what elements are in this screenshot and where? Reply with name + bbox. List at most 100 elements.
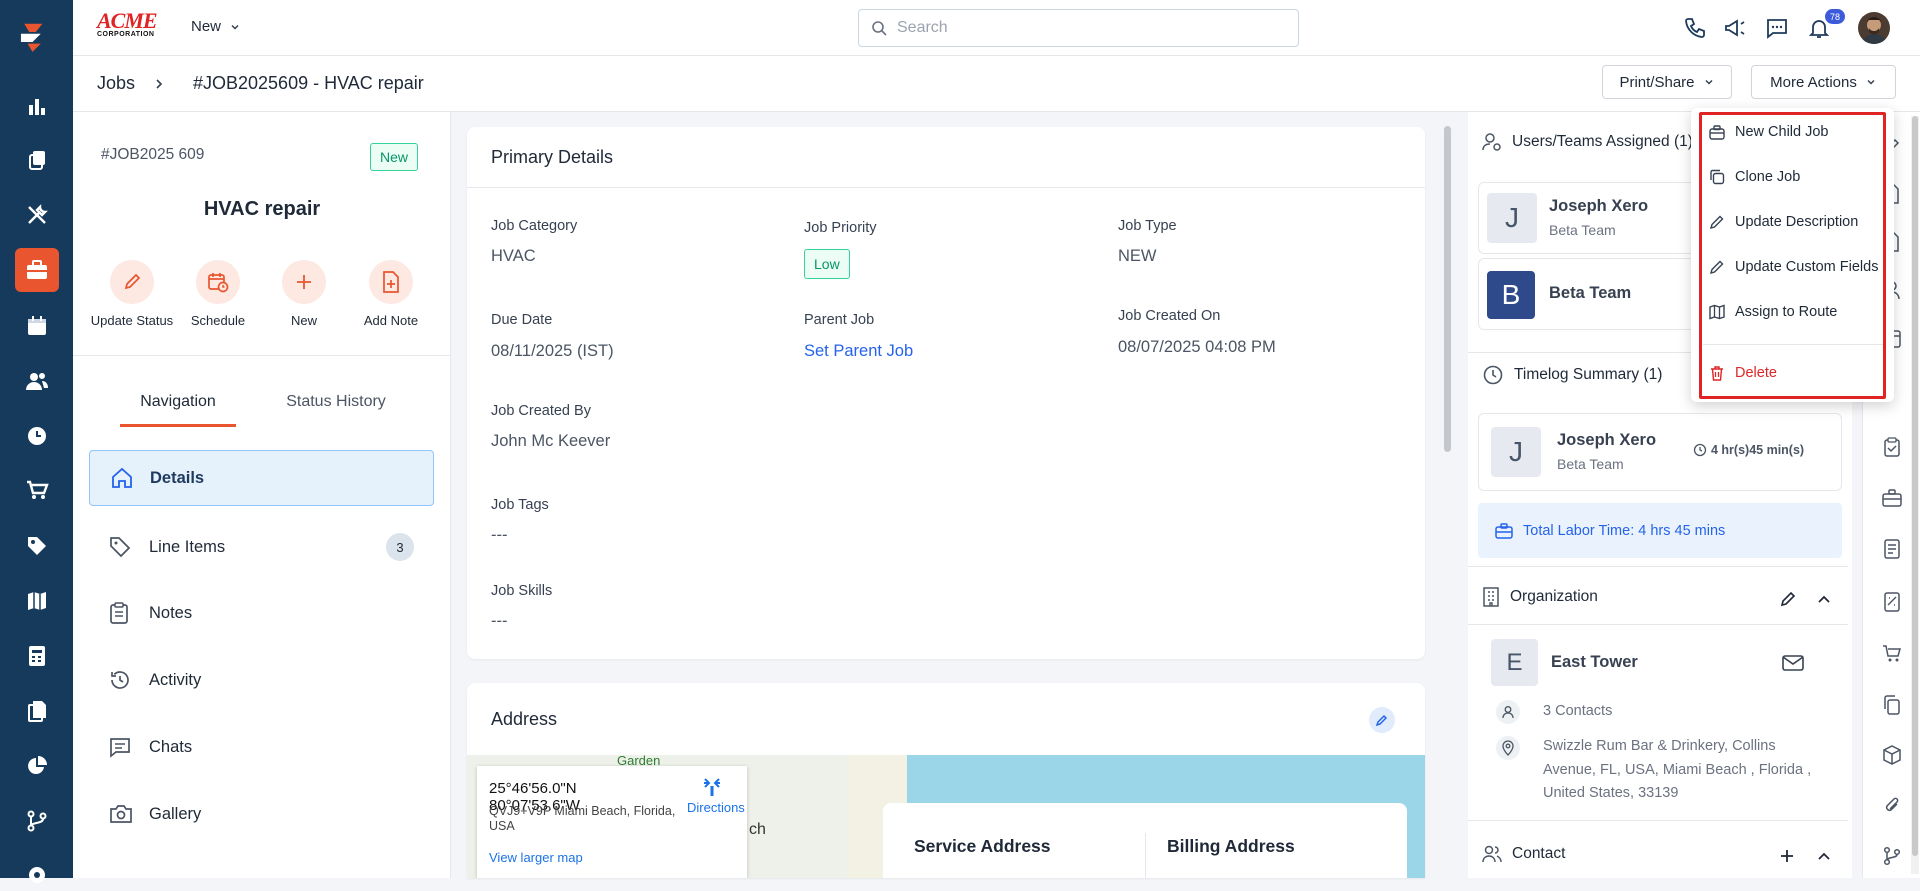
tools-icon[interactable] <box>20 198 53 231</box>
edit-address-button[interactable] <box>1369 707 1395 733</box>
org-name[interactable]: East Tower <box>1551 653 1638 672</box>
clock-icon <box>1482 364 1504 386</box>
directions-label: Directions <box>687 800 745 815</box>
pencil-icon <box>1375 713 1389 727</box>
invoice-icon[interactable] <box>1883 539 1901 559</box>
timelog-card[interactable]: J Joseph Xero Beta Team 4 hr(s)45 min(s) <box>1478 413 1842 491</box>
sidebar-item-gallery[interactable]: Gallery <box>89 786 434 842</box>
cart-icon[interactable] <box>1882 644 1902 664</box>
mail-icon[interactable] <box>1782 655 1804 671</box>
price-tag-icon[interactable] <box>20 529 53 562</box>
workflow-icon[interactable] <box>20 804 53 837</box>
paperclip-icon[interactable] <box>1883 795 1901 815</box>
settings-icon[interactable] <box>20 858 53 891</box>
dispatch-icon[interactable] <box>20 143 53 176</box>
user-avatar: J <box>1487 193 1537 243</box>
chat-icon[interactable] <box>1765 16 1789 40</box>
sidebar-item-notes[interactable]: Notes <box>89 585 434 641</box>
clipboard-check-icon[interactable] <box>1883 437 1901 457</box>
job-type-label: Job Type <box>1118 218 1177 234</box>
edit-organization-icon[interactable] <box>1779 590 1797 608</box>
company-logo[interactable]: ACME CORPORATION <box>97 10 167 42</box>
sidebar-item-chats[interactable]: Chats <box>89 719 434 775</box>
copy-icon <box>1709 169 1725 185</box>
announcement-icon[interactable] <box>1723 16 1747 40</box>
breadcrumb-jobs[interactable]: Jobs <box>97 73 135 94</box>
contact-title: Contact <box>1512 845 1566 862</box>
total-labor-time: Total Labor Time: 4 hrs 45 mins <box>1478 503 1842 558</box>
schedule-button[interactable]: Schedule <box>168 260 268 328</box>
receipt-icon[interactable] <box>1883 592 1901 612</box>
add-contact-icon[interactable] <box>1779 848 1795 864</box>
menu-item-delete[interactable]: Delete <box>1709 358 1777 388</box>
documents-icon[interactable] <box>20 694 53 727</box>
briefcase-icon[interactable] <box>1882 489 1902 507</box>
menu-item-assign-to-route[interactable]: Assign to Route <box>1709 297 1837 327</box>
sidebar-item-label: Notes <box>149 603 193 622</box>
view-larger-map-link[interactable]: View larger map <box>489 850 583 865</box>
clock-icon[interactable] <box>20 419 53 452</box>
invoice-icon[interactable] <box>20 639 53 672</box>
copy-icon[interactable] <box>1883 695 1901 715</box>
map-label-fragment: ch <box>749 821 766 838</box>
sidebar-item-activity[interactable]: Activity <box>89 652 434 708</box>
workflow-icon[interactable] <box>1883 846 1901 866</box>
menu-item-update-description[interactable]: Update Description <box>1709 207 1858 237</box>
jobs-icon[interactable] <box>15 248 59 292</box>
chevron-up-icon[interactable] <box>1816 592 1832 606</box>
briefcase-icon <box>1709 124 1725 140</box>
org-contacts-count[interactable]: 3 Contacts <box>1543 703 1612 719</box>
assigned-header: Users/Teams Assigned (1) <box>1482 132 1693 152</box>
tab-status-history[interactable]: Status History <box>266 393 406 411</box>
package-icon[interactable] <box>1882 745 1902 765</box>
more-actions-button[interactable]: More Actions <box>1751 65 1896 99</box>
update-status-label: Update Status <box>90 313 174 328</box>
map-icon[interactable] <box>20 584 53 617</box>
app-logo-icon[interactable] <box>16 20 49 53</box>
assigned-team-card[interactable]: B Beta Team <box>1478 258 1718 330</box>
pie-chart-icon[interactable] <box>20 749 53 782</box>
set-parent-job-link[interactable]: Set Parent Job <box>804 342 913 361</box>
tab-active-indicator <box>120 424 236 427</box>
print-share-button[interactable]: Print/Share <box>1602 65 1732 99</box>
assigned-user-card[interactable]: J Joseph Xero Beta Team <box>1478 182 1718 254</box>
customers-icon[interactable] <box>20 364 53 397</box>
camera-icon <box>109 803 135 825</box>
toolbar-scrollbar[interactable] <box>1911 116 1919 874</box>
contact-header: Contact <box>1482 845 1565 863</box>
menu-item-label: Delete <box>1735 365 1777 381</box>
tab-navigation[interactable]: Navigation <box>120 393 236 411</box>
briefcase-icon <box>1495 522 1513 539</box>
new-dropdown[interactable]: New <box>191 18 241 35</box>
map-icon <box>1709 304 1725 320</box>
add-note-button[interactable]: Add Note <box>341 260 441 328</box>
directions-button[interactable]: Directions <box>687 776 745 815</box>
org-address: Swizzle Rum Bar & Drinkery, Collins Aven… <box>1543 738 1812 801</box>
print-share-label: Print/Share <box>1619 73 1695 91</box>
menu-item-clone-job[interactable]: Clone Job <box>1709 162 1800 192</box>
tag-icon <box>109 536 135 558</box>
menu-item-update-custom-fields[interactable]: Update Custom Fields <box>1709 252 1878 282</box>
calendar-icon[interactable] <box>20 309 53 342</box>
cart-icon[interactable] <box>20 473 53 506</box>
chevron-up-icon[interactable] <box>1816 849 1832 863</box>
menu-item-label: New Child Job <box>1735 124 1829 140</box>
due-date-value: 08/11/2025 (IST) <box>491 342 614 360</box>
new-button[interactable]: New <box>254 260 354 328</box>
scrollbar-thumb[interactable] <box>1444 126 1451 452</box>
reports-icon[interactable] <box>20 89 53 122</box>
history-icon <box>109 669 135 691</box>
avatar[interactable] <box>1858 12 1890 44</box>
menu-item-label: Clone Job <box>1735 169 1801 185</box>
main-scrollbar[interactable] <box>1440 112 1454 878</box>
scrollbar-thumb[interactable] <box>1912 116 1918 856</box>
directions-icon <box>687 776 737 798</box>
divider <box>1468 624 1848 625</box>
menu-item-new-child-job[interactable]: New Child Job <box>1709 117 1829 147</box>
timelog-header: Timelog Summary (1) <box>1482 364 1662 386</box>
search-input[interactable]: Search <box>858 9 1299 47</box>
sidebar-item-line-items[interactable]: Line Items 3 <box>89 519 434 575</box>
update-status-button[interactable]: Update Status <box>82 260 182 328</box>
sidebar-item-details[interactable]: Details <box>89 450 434 506</box>
phone-icon[interactable] <box>1683 16 1707 40</box>
